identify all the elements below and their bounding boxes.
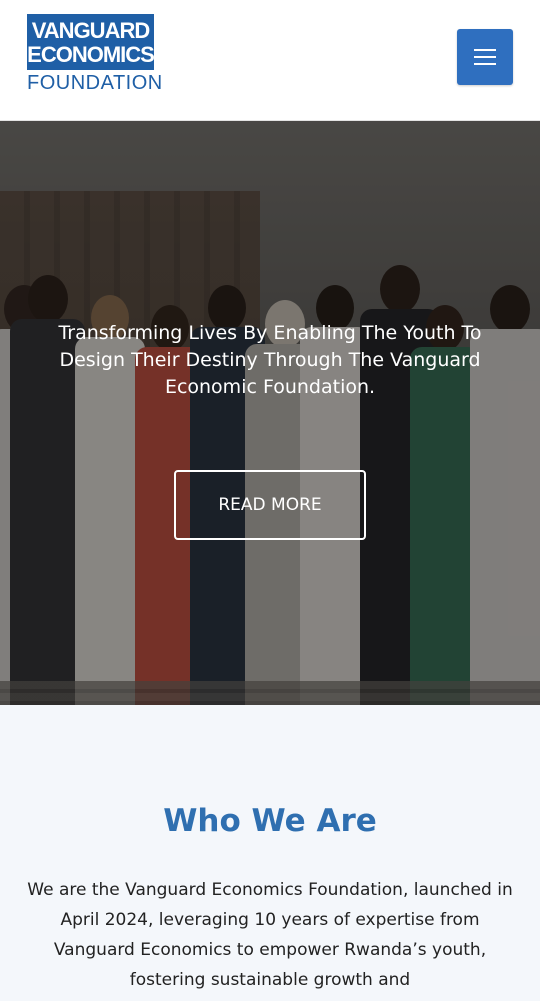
read-more-button[interactable]: READ MORE bbox=[174, 470, 366, 540]
logo-line-economics: ECONOMICS bbox=[27, 42, 154, 67]
hero-title: Transforming Lives By Enabling The Youth… bbox=[58, 322, 482, 398]
section-body-text: We are the Vanguard Economics Foundation… bbox=[27, 880, 513, 990]
vanguard-logo[interactable]: VANGUARD ECONOMICS FOUNDATION bbox=[27, 14, 163, 100]
site-header: VANGUARD ECONOMICS FOUNDATION bbox=[0, 0, 540, 121]
hamburger-menu-icon-bar bbox=[474, 56, 496, 58]
who-we-are-section: Who We Are We are the Vanguard Economics… bbox=[0, 705, 540, 1001]
logo-line-vanguard: VANGUARD bbox=[31, 18, 150, 43]
hamburger-menu-icon-bar bbox=[474, 63, 496, 65]
menu-button[interactable] bbox=[457, 29, 513, 85]
section-heading: Who We Are bbox=[163, 803, 377, 839]
logo-line-foundation: FOUNDATION bbox=[27, 72, 163, 94]
logo-mark: VANGUARD ECONOMICS bbox=[27, 14, 154, 70]
hero-section: Transforming Lives By Enabling The Youth… bbox=[0, 121, 540, 705]
hamburger-menu-icon bbox=[474, 49, 496, 51]
hero-dark-overlay bbox=[0, 121, 540, 705]
